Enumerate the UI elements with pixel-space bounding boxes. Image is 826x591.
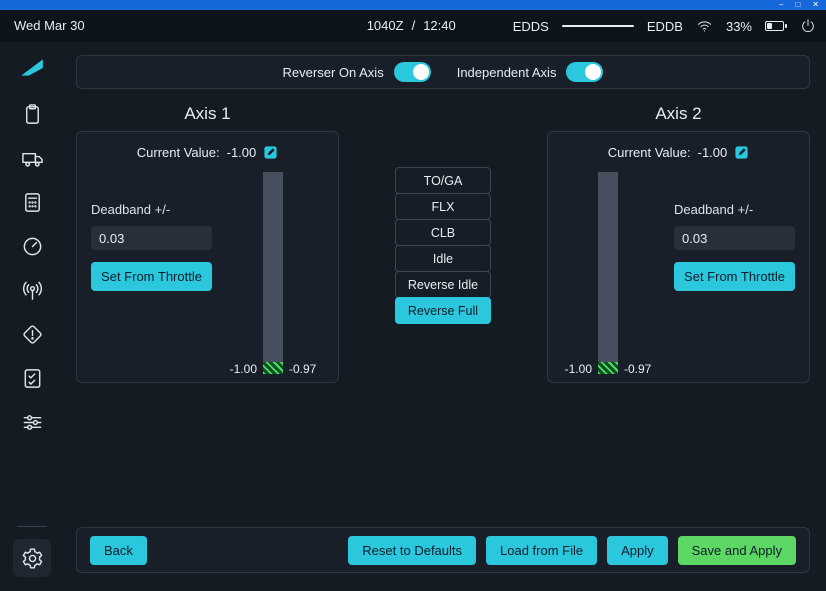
axis-2-deadband-label: Deadband +/- [674, 202, 796, 217]
axis-1-deadband-group: Deadband +/- Set From Throttle [91, 202, 213, 291]
edit-icon[interactable] [263, 145, 278, 160]
axis-1-range-min: -1.00 [195, 362, 257, 376]
sidebar-divider [17, 526, 47, 527]
detent-list: TO/GA FLX CLB Idle Reverse Idle Reverse … [339, 99, 547, 324]
sliders-icon [21, 411, 44, 434]
axes-row: Axis 1 Current Value: -1.00 [76, 99, 810, 383]
sidebar-item-performance[interactable] [19, 190, 45, 214]
axis-1-section: Axis 1 Current Value: -1.00 [76, 99, 339, 383]
axis-2-card: Current Value: -1.00 [547, 131, 810, 383]
window-titlebar: – □ ✕ [0, 0, 826, 10]
back-button[interactable]: Back [90, 536, 147, 565]
independent-axis-group: Independent Axis [457, 62, 604, 82]
axis-1-card: Current Value: -1.00 Deadband +/- [76, 131, 339, 383]
independent-axis-toggle[interactable] [566, 62, 603, 82]
axis-2-range-min: -1.00 [548, 362, 592, 376]
reverser-on-axis-toggle[interactable] [394, 62, 431, 82]
axis-1-deadband-label: Deadband +/- [91, 202, 213, 217]
axis-1-current-value-number: -1.00 [227, 145, 257, 160]
status-arrival-airport: EDDB [647, 19, 683, 34]
axis-2-section: Axis 2 Current Value: -1.00 [547, 99, 810, 383]
detent-button[interactable]: FLX [395, 193, 491, 220]
sidebar-item-atc[interactable] [19, 278, 45, 302]
calculator-icon [21, 191, 44, 214]
sidebar-item-failures[interactable] [19, 322, 45, 346]
battery-percent: 33% [726, 19, 752, 34]
reverser-on-axis-group: Reverser On Axis [283, 62, 431, 82]
axis-2-deadband-group: Deadband +/- Set From Throttle [674, 202, 796, 291]
flight-progress-line [562, 25, 634, 27]
status-time-utc: 1040Z [367, 18, 404, 33]
warning-diamond-icon [21, 323, 44, 346]
sidebar-item-dashboard[interactable] [19, 102, 45, 126]
antenna-icon [21, 279, 44, 302]
edit-icon[interactable] [734, 145, 749, 160]
axis-1-current-value-label: Current Value: [137, 145, 220, 160]
clipboard-icon [21, 103, 44, 126]
axis-options-bar: Reverser On Axis Independent Axis [76, 55, 810, 89]
detent-button[interactable]: TO/GA [395, 167, 491, 194]
sidebar-item-checklists[interactable] [19, 366, 45, 390]
gauge-icon [21, 235, 44, 258]
axis-2-current-value: Current Value: -1.00 [548, 145, 809, 160]
sidebar-nav [0, 42, 64, 591]
axis-1-range-max: -0.97 [289, 362, 316, 376]
window-close-button[interactable]: ✕ [812, 0, 819, 10]
axis-2-current-value-label: Current Value: [608, 145, 691, 160]
axis-2-value-bar [598, 172, 618, 374]
axis-1-deadband-input[interactable] [91, 226, 212, 250]
status-time: 1040Z / 12:40 [367, 18, 456, 33]
detent-button[interactable]: Reverse Idle [395, 271, 491, 298]
reset-to-defaults-button[interactable]: Reset to Defaults [348, 536, 476, 565]
battery-icon [765, 21, 787, 31]
status-time-local: 12:40 [423, 18, 456, 33]
window-minimize-button[interactable]: – [779, 0, 783, 10]
status-date: Wed Mar 30 [14, 18, 85, 33]
app-logo-icon [19, 54, 45, 82]
sidebar-item-ground[interactable] [19, 146, 45, 170]
detent-button[interactable]: Idle [395, 245, 491, 272]
apply-button[interactable]: Apply [607, 536, 668, 565]
footer-right-buttons: Reset to Defaults Load from File Apply S… [348, 536, 796, 565]
gear-icon [21, 547, 44, 570]
status-bar: Wed Mar 30 1040Z / 12:40 EDDS EDDB 33% [0, 10, 826, 42]
status-departure-airport: EDDS [513, 19, 549, 34]
detent-button[interactable]: CLB [395, 219, 491, 246]
axis-1-value-bar [263, 172, 283, 374]
status-right-cluster: EDDS EDDB 33% [513, 10, 816, 42]
sidebar-item-settings[interactable] [13, 539, 51, 577]
axis-2-set-from-throttle-button[interactable]: Set From Throttle [674, 262, 795, 291]
sidebar-item-navigation[interactable] [19, 234, 45, 258]
detent-button[interactable]: Reverse Full [395, 297, 491, 324]
axis-2-title: Axis 2 [547, 99, 810, 131]
axis-1-title: Axis 1 [76, 99, 339, 131]
status-time-separator: / [412, 18, 416, 33]
truck-icon [21, 147, 44, 170]
axis-2-deadband-input[interactable] [674, 226, 795, 250]
independent-axis-label: Independent Axis [457, 65, 557, 80]
reverser-on-axis-label: Reverser On Axis [283, 65, 384, 80]
wifi-icon [696, 18, 713, 34]
footer-action-bar: Back Reset to Defaults Load from File Ap… [76, 527, 810, 573]
power-button[interactable] [800, 18, 816, 34]
checklist-icon [21, 367, 44, 390]
window-maximize-button[interactable]: □ [795, 0, 800, 10]
app-window: – □ ✕ Wed Mar 30 1040Z / 12:40 EDDS EDDB… [0, 0, 826, 591]
throttle-config-page: Reverser On Axis Independent Axis Axis 1… [64, 42, 826, 591]
main-area: Reverser On Axis Independent Axis Axis 1… [0, 42, 826, 591]
axis-1-current-value: Current Value: -1.00 [77, 145, 338, 160]
axis-2-range-max: -0.97 [624, 362, 651, 376]
save-and-apply-button[interactable]: Save and Apply [678, 536, 796, 565]
load-from-file-button[interactable]: Load from File [486, 536, 597, 565]
axis-2-value-bar-fill [598, 362, 618, 374]
axis-1-value-bar-fill [263, 362, 283, 374]
axis-1-set-from-throttle-button[interactable]: Set From Throttle [91, 262, 212, 291]
axis-2-current-value-number: -1.00 [698, 145, 728, 160]
sidebar-item-presets[interactable] [19, 410, 45, 434]
